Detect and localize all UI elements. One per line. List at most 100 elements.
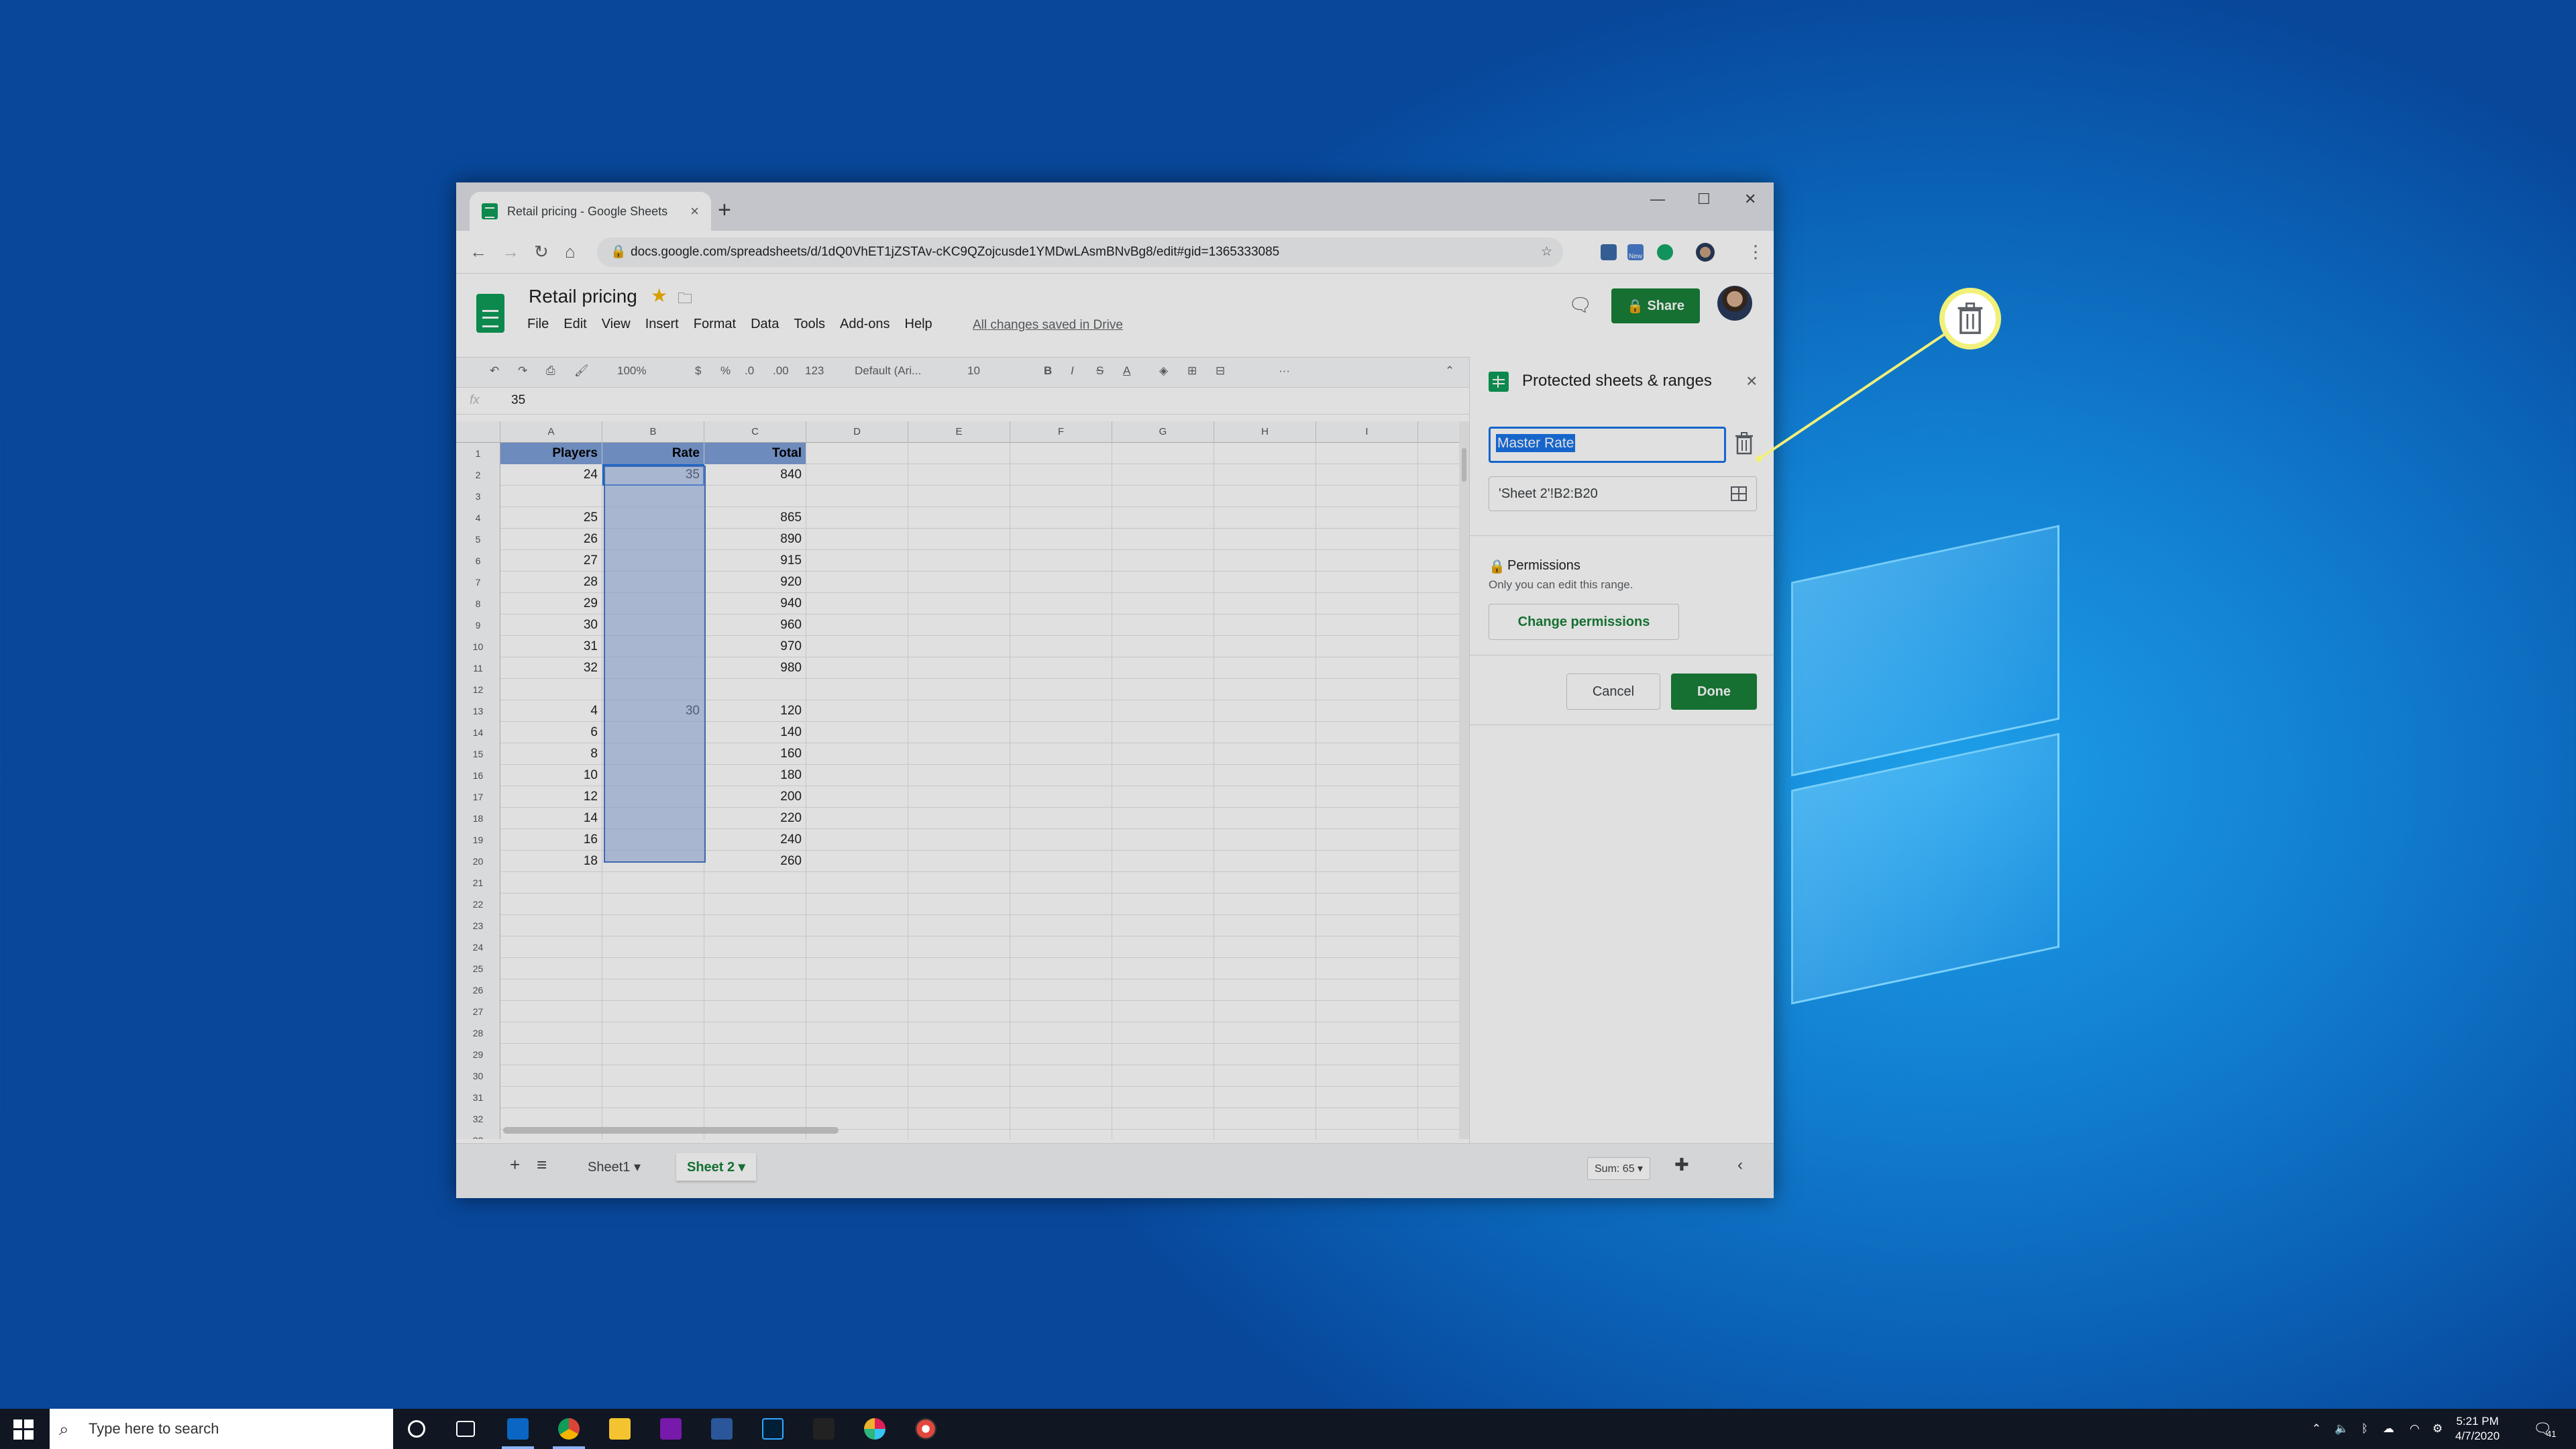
cell[interactable]	[1214, 507, 1316, 529]
cell[interactable]	[602, 829, 704, 851]
cell[interactable]	[806, 743, 908, 765]
cell[interactable]	[1010, 636, 1112, 657]
cell[interactable]	[602, 593, 704, 614]
cell[interactable]	[1214, 1130, 1316, 1139]
cell[interactable]: 29	[500, 593, 602, 614]
cell[interactable]: 30	[602, 700, 704, 722]
menu-data[interactable]: Data	[751, 317, 779, 332]
doc-title[interactable]: Retail pricing	[529, 286, 637, 307]
cell[interactable]	[704, 979, 806, 1001]
cell[interactable]	[908, 1022, 1010, 1044]
cortana-icon[interactable]	[408, 1420, 425, 1438]
cell[interactable]	[1214, 1087, 1316, 1108]
cell[interactable]	[806, 851, 908, 872]
cell[interactable]	[500, 894, 602, 915]
cell[interactable]	[1010, 443, 1112, 464]
cell[interactable]: 220	[704, 808, 806, 829]
cell[interactable]: 260	[704, 851, 806, 872]
cell[interactable]	[1214, 915, 1316, 936]
row-header[interactable]: 2	[456, 464, 500, 486]
cell[interactable]	[908, 1087, 1010, 1108]
cell[interactable]	[1316, 636, 1418, 657]
row-header[interactable]: 26	[456, 979, 500, 1001]
cell[interactable]	[1316, 443, 1418, 464]
cell[interactable]	[806, 572, 908, 593]
wifi-icon[interactable]: ◠	[2410, 1409, 2420, 1449]
task-view-icon[interactable]	[456, 1421, 475, 1437]
network-icon[interactable]: ⚙	[2432, 1409, 2443, 1449]
cell[interactable]	[704, 1087, 806, 1108]
cell[interactable]	[500, 1022, 602, 1044]
column-header[interactable]: I	[1316, 421, 1418, 443]
cell[interactable]	[704, 915, 806, 936]
cell[interactable]: 140	[704, 722, 806, 743]
cell[interactable]	[1112, 572, 1214, 593]
cell[interactable]	[1010, 1065, 1112, 1087]
cell[interactable]	[704, 936, 806, 958]
column-header[interactable]: B	[602, 421, 704, 443]
browser-tab[interactable]: Retail pricing - Google Sheets ×	[470, 192, 711, 231]
row-header[interactable]: 5	[456, 529, 500, 550]
menu-file[interactable]: File	[527, 317, 549, 332]
cell[interactable]	[1214, 743, 1316, 765]
row-header[interactable]: 21	[456, 872, 500, 894]
row-header[interactable]: 16	[456, 765, 500, 786]
cell[interactable]	[1316, 572, 1418, 593]
cell[interactable]	[806, 1022, 908, 1044]
row-header[interactable]: 9	[456, 614, 500, 636]
cell[interactable]	[1010, 486, 1112, 507]
cell[interactable]	[500, 936, 602, 958]
row-header[interactable]: 17	[456, 786, 500, 808]
cell[interactable]	[1214, 829, 1316, 851]
cell[interactable]	[806, 507, 908, 529]
cell[interactable]	[806, 593, 908, 614]
extension-icon[interactable]	[1601, 244, 1617, 260]
cell[interactable]	[1316, 808, 1418, 829]
cell[interactable]	[1010, 657, 1112, 679]
cell[interactable]	[1316, 958, 1418, 979]
row-header[interactable]: 27	[456, 1001, 500, 1022]
cell[interactable]: 27	[500, 550, 602, 572]
recorder-icon[interactable]	[915, 1418, 936, 1440]
row-header[interactable]: 7	[456, 572, 500, 593]
cell[interactable]	[602, 1044, 704, 1065]
cell[interactable]: 980	[704, 657, 806, 679]
cell[interactable]: 940	[704, 593, 806, 614]
cell[interactable]	[704, 1001, 806, 1022]
more-formats-button[interactable]: 123	[805, 364, 824, 378]
sheets-logo-icon[interactable]	[476, 294, 504, 333]
row-header[interactable]: 29	[456, 1044, 500, 1065]
undo-icon[interactable]: ↶	[490, 364, 499, 378]
cell[interactable]	[602, 636, 704, 657]
cell[interactable]	[908, 1108, 1010, 1130]
cell[interactable]	[1010, 550, 1112, 572]
row-header[interactable]: 11	[456, 657, 500, 679]
cell[interactable]: 28	[500, 572, 602, 593]
cell[interactable]	[1316, 700, 1418, 722]
column-header[interactable]: F	[1010, 421, 1112, 443]
cell[interactable]	[1010, 1130, 1112, 1139]
cell[interactable]: 12	[500, 786, 602, 808]
cell[interactable]	[1316, 722, 1418, 743]
menu-help[interactable]: Help	[905, 317, 932, 332]
menu-format[interactable]: Format	[694, 317, 736, 332]
cell[interactable]: 18	[500, 851, 602, 872]
cell[interactable]	[704, 679, 806, 700]
chrome-menu-icon[interactable]: ⋮	[1747, 241, 1764, 262]
cell[interactable]	[1316, 786, 1418, 808]
comments-icon[interactable]: 🗨	[1568, 294, 1593, 316]
cell[interactable]	[806, 872, 908, 894]
select-all-corner[interactable]	[456, 421, 500, 443]
cell[interactable]	[806, 936, 908, 958]
row-header[interactable]: 33	[456, 1130, 500, 1139]
row-header[interactable]: 13	[456, 700, 500, 722]
sheet-tab-sheet2[interactable]: Sheet 2 ▾	[676, 1153, 756, 1181]
cell[interactable]	[602, 572, 704, 593]
cell[interactable]	[500, 1065, 602, 1087]
cell[interactable]	[500, 872, 602, 894]
cell[interactable]	[1316, 593, 1418, 614]
menu-edit[interactable]: Edit	[564, 317, 586, 332]
volume-icon[interactable]: 🔈	[2334, 1409, 2349, 1449]
cell[interactable]	[1214, 529, 1316, 550]
cell[interactable]	[1010, 464, 1112, 486]
